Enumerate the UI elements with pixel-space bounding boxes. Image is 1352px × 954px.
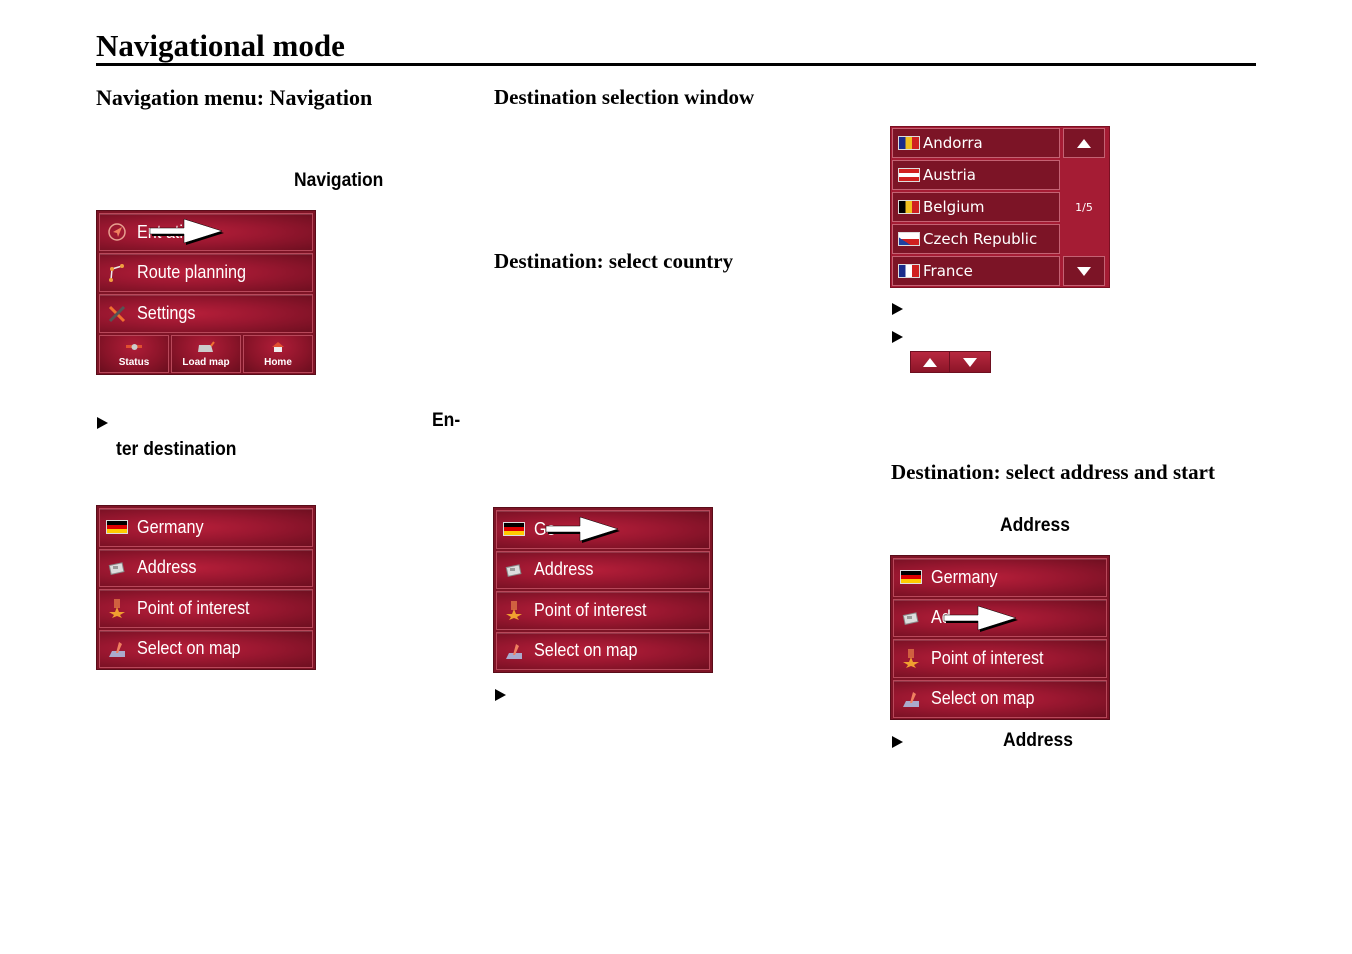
menu-item-label: Point of interest — [931, 647, 1044, 668]
section-heading-navigation-menu: Navigation menu: Navigation — [96, 85, 373, 110]
country-item-austria[interactable]: Austria — [892, 160, 1060, 190]
address-card-icon — [106, 559, 128, 577]
menu-item-label: Select on map — [931, 688, 1035, 709]
menu-item-label: Settings — [137, 303, 196, 323]
scroll-down-button-sample — [950, 351, 991, 373]
scroll-buttons-illustration — [910, 351, 991, 373]
bullet-icon — [97, 417, 108, 429]
title-rule — [96, 63, 1256, 66]
bullet-icon — [892, 331, 903, 343]
load-map-label: Load map — [182, 357, 230, 368]
country-item-belgium[interactable]: Belgium — [892, 192, 1060, 222]
pointer-arrow-icon — [545, 516, 620, 543]
menu-item-label: Point of interest — [137, 597, 250, 618]
map-pin-icon — [106, 640, 128, 658]
country-item-france[interactable]: France — [892, 256, 1060, 286]
menu-item-address[interactable]: Address — [99, 548, 313, 587]
flag-czech-icon — [898, 232, 920, 246]
scroll-down-button[interactable] — [1063, 256, 1105, 286]
home-button[interactable]: Home — [243, 335, 313, 373]
status-button[interactable]: Status — [99, 335, 169, 373]
country-list-screen: Andorra Austria Belgium Czech Republic F… — [890, 126, 1110, 288]
scroll-column: 1/5 — [1061, 127, 1107, 287]
menu-item-label: Germany — [137, 516, 204, 537]
menu-item-country[interactable]: Germany — [893, 558, 1107, 597]
poi-star-icon — [900, 649, 922, 669]
menu-item-settings[interactable]: Settings — [99, 294, 313, 333]
menu-item-point-of-interest[interactable]: Point of interest — [893, 639, 1107, 678]
menu-item-label: Select on map — [534, 640, 638, 661]
status-label: Status — [118, 357, 150, 368]
country-item-czech-republic[interactable]: Czech Republic — [892, 224, 1060, 254]
route-icon — [106, 263, 128, 282]
section-heading-select-address-and-start: Destination: select address and start — [891, 460, 1215, 484]
menu-item-country[interactable]: Germany — [99, 508, 313, 547]
poi-star-icon — [503, 601, 525, 621]
bullet-icon — [495, 689, 506, 701]
destination-menu-screen: Germany Address Point of interest Select… — [96, 505, 316, 670]
arrow-down-icon — [1077, 266, 1091, 276]
page-title: Navigational mode — [96, 28, 345, 63]
pointer-arrow-icon — [149, 218, 224, 245]
inline-bold-enter-destination-2: ter destination — [116, 439, 237, 460]
arrow-up-icon — [923, 357, 937, 367]
flag-france-icon — [898, 264, 920, 278]
inline-bold-navigation: Navigation — [294, 170, 384, 191]
menu-item-point-of-interest[interactable]: Point of interest — [496, 591, 710, 630]
arrow-up-icon — [1077, 138, 1091, 148]
address-card-icon — [503, 561, 525, 579]
country-name: Czech Republic — [923, 230, 1038, 248]
menu-item-route-planning[interactable]: Route planning — [99, 253, 313, 292]
compass-arrow-icon — [106, 223, 128, 241]
menu-item-label: Route planning — [137, 262, 246, 282]
menu-item-label: Address — [534, 559, 594, 580]
destination-menu-screen-address: Germany Ad Point of interest Select on m… — [890, 555, 1110, 720]
map-pin-icon — [503, 642, 525, 660]
flag-belgium-icon — [898, 200, 920, 214]
menu-item-label: Point of interest — [534, 599, 647, 620]
bullet-icon — [892, 303, 903, 315]
bullet-icon — [892, 736, 903, 748]
section-heading-select-country: Destination: select country — [494, 249, 734, 273]
map-pin-icon — [900, 690, 922, 708]
scroll-up-button-sample — [910, 351, 950, 373]
inline-bold-enter-destination-1: En- — [432, 410, 461, 431]
flag-germany-icon — [900, 568, 922, 586]
tools-icon — [106, 305, 128, 323]
menu-item-label: Select on map — [137, 638, 241, 659]
load-map-button[interactable]: Load map — [171, 335, 241, 373]
section-heading-destination-selection-window: Destination selection window — [494, 85, 755, 109]
home-icon — [272, 342, 284, 352]
flag-germany-icon — [106, 518, 128, 536]
page-indicator: 1/5 — [1075, 200, 1093, 214]
scroll-up-button[interactable] — [1063, 128, 1105, 158]
inline-bold-address: Address — [1000, 515, 1070, 536]
arrow-down-icon — [963, 357, 977, 367]
flag-germany-icon — [503, 520, 525, 538]
map-icon — [198, 341, 215, 352]
country-name: France — [923, 262, 973, 280]
country-name: Austria — [923, 166, 976, 184]
pointer-arrow-icon — [943, 605, 1018, 632]
menu-item-point-of-interest[interactable]: Point of interest — [99, 589, 313, 628]
satellite-icon — [126, 344, 142, 350]
home-label: Home — [264, 357, 292, 368]
menu-item-address[interactable]: Address — [496, 550, 710, 589]
country-name: Andorra — [923, 134, 983, 152]
menu-item-label: Germany — [931, 566, 998, 587]
inline-bold-address-step: Address — [1003, 730, 1073, 751]
menu-item-select-on-map[interactable]: Select on map — [496, 631, 710, 670]
bottom-button-bar: Status Load map Home — [99, 335, 313, 373]
menu-item-select-on-map[interactable]: Select on map — [893, 679, 1107, 718]
country-name: Belgium — [923, 198, 985, 216]
country-item-andorra[interactable]: Andorra — [892, 128, 1060, 158]
flag-andorra-icon — [898, 136, 920, 150]
poi-star-icon — [106, 599, 128, 619]
menu-item-select-on-map[interactable]: Select on map — [99, 629, 313, 668]
menu-item-label: Address — [137, 557, 197, 578]
address-card-icon — [900, 609, 922, 627]
flag-austria-icon — [898, 168, 920, 182]
